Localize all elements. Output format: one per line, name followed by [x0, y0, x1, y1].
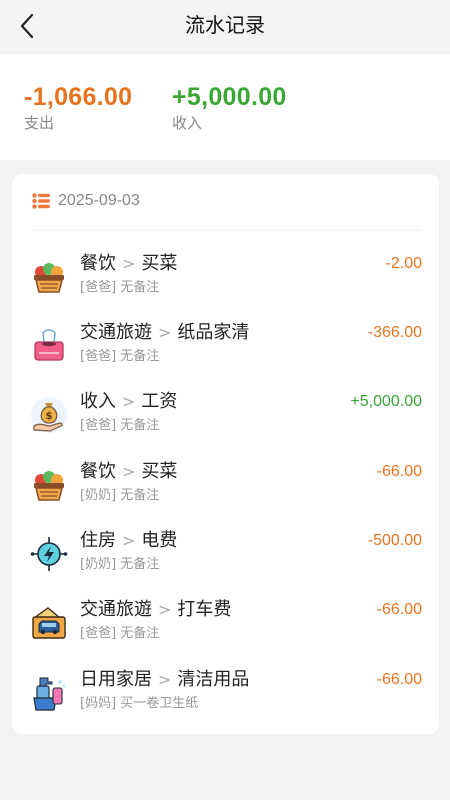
- category-separator: >: [158, 670, 172, 689]
- category-label: 住房: [80, 530, 116, 551]
- transaction-note: [爸爸] 无备注: [80, 418, 160, 433]
- summary-panel: -1,066.00 支出 +5,000.00 收入: [0, 54, 450, 160]
- transaction-category: 交通旅遊 > 纸品家清: [80, 321, 249, 345]
- transaction-row[interactable]: 餐饮 > 买菜 [爸爸] 无备注 -2.00: [12, 248, 439, 312]
- expense-summary: -1,066.00 支出: [24, 82, 132, 133]
- transaction-row[interactable]: 餐饮 > 买菜 [奶奶] 无备注 -66.00: [12, 456, 439, 520]
- tissue-box-icon: [30, 327, 68, 365]
- transaction-row[interactable]: 交通旅遊 > 打车费 [爸爸] 无备注 -66.00: [12, 594, 439, 658]
- income-total: +5,000.00: [172, 83, 287, 111]
- transaction-category: 收入 > 工资: [80, 390, 177, 414]
- category-label: 餐饮: [80, 253, 116, 274]
- category-separator: >: [122, 392, 136, 411]
- category-separator: >: [158, 323, 172, 342]
- transaction-card: 2025-09-03 餐饮 > 买菜 [爸爸] 无备注 -2.00 交通旅遊 >…: [12, 174, 439, 734]
- transaction-row[interactable]: 日用家居 > 清洁用品 [妈妈] 买一卷卫生纸 -66.00: [12, 664, 439, 728]
- subcategory-label: 清洁用品: [177, 669, 250, 690]
- category-label: 交通旅遊: [80, 599, 152, 620]
- category-separator: >: [158, 600, 172, 619]
- top-bar: 流水记录: [0, 0, 450, 52]
- expense-total: -1,066.00: [24, 83, 133, 111]
- money-bag-icon: $: [30, 396, 68, 434]
- transaction-row[interactable]: 交通旅遊 > 纸品家清 [爸爸] 无备注 -366.00: [12, 317, 439, 381]
- transaction-amount: -366.00: [367, 324, 422, 341]
- cleaning-supplies-icon: [30, 674, 68, 712]
- category-label: 交通旅遊: [80, 322, 152, 343]
- transaction-amount: +5,000.00: [350, 393, 422, 410]
- category-label: 收入: [80, 391, 116, 412]
- transaction-amount: -66.00: [376, 601, 422, 618]
- transaction-category: 餐饮 > 买菜: [80, 460, 177, 484]
- list-icon: [32, 193, 50, 209]
- transaction-amount: -2.00: [385, 255, 422, 272]
- transaction-category: 住房 > 电费: [80, 529, 177, 553]
- transaction-note: [爸爸] 无备注: [80, 280, 160, 295]
- transaction-note: [奶奶] 无备注: [80, 557, 160, 572]
- food-basket-icon: [30, 466, 68, 504]
- food-basket-icon: [30, 258, 68, 296]
- electricity-icon: [30, 535, 68, 573]
- transaction-category: 日用家居 > 清洁用品: [80, 668, 249, 692]
- category-separator: >: [122, 462, 136, 481]
- transaction-note: [妈妈] 买一卷卫生纸: [80, 696, 199, 711]
- group-date: 2025-09-03: [58, 192, 140, 209]
- subcategory-label: 电费: [141, 530, 178, 551]
- transaction-category: 餐饮 > 买菜: [80, 252, 177, 276]
- expense-label: 支出: [24, 114, 55, 132]
- transaction-row[interactable]: $ 收入 > 工资 [爸爸] 无备注 +5,000.00: [12, 386, 439, 450]
- transaction-note: [爸爸] 无备注: [80, 349, 160, 364]
- subcategory-label: 买菜: [141, 461, 178, 482]
- category-label: 日用家居: [80, 669, 152, 690]
- category-separator: >: [122, 531, 136, 550]
- income-label: 收入: [172, 114, 203, 132]
- page-title: 流水记录: [185, 13, 265, 37]
- transaction-amount: -66.00: [376, 671, 422, 688]
- subcategory-label: 纸品家清: [177, 322, 250, 343]
- category-separator: >: [122, 254, 136, 273]
- transaction-amount: -500.00: [367, 532, 422, 549]
- transaction-note: [奶奶] 无备注: [80, 488, 160, 503]
- divider: [32, 230, 421, 231]
- subcategory-label: 买菜: [141, 253, 178, 274]
- income-summary: +5,000.00 收入: [172, 82, 287, 133]
- transaction-category: 交通旅遊 > 打车费: [80, 598, 231, 622]
- subcategory-label: 打车费: [177, 599, 232, 620]
- subcategory-label: 工资: [141, 391, 178, 412]
- date-header: 2025-09-03: [32, 190, 140, 212]
- transaction-amount: -66.00: [376, 463, 422, 480]
- transaction-row[interactable]: 住房 > 电费 [奶奶] 无备注 -500.00: [12, 525, 439, 589]
- taxi-ticket-icon: [30, 604, 68, 642]
- transaction-note: [爸爸] 无备注: [80, 626, 160, 641]
- category-label: 餐饮: [80, 461, 116, 482]
- svg-text:$: $: [46, 411, 53, 422]
